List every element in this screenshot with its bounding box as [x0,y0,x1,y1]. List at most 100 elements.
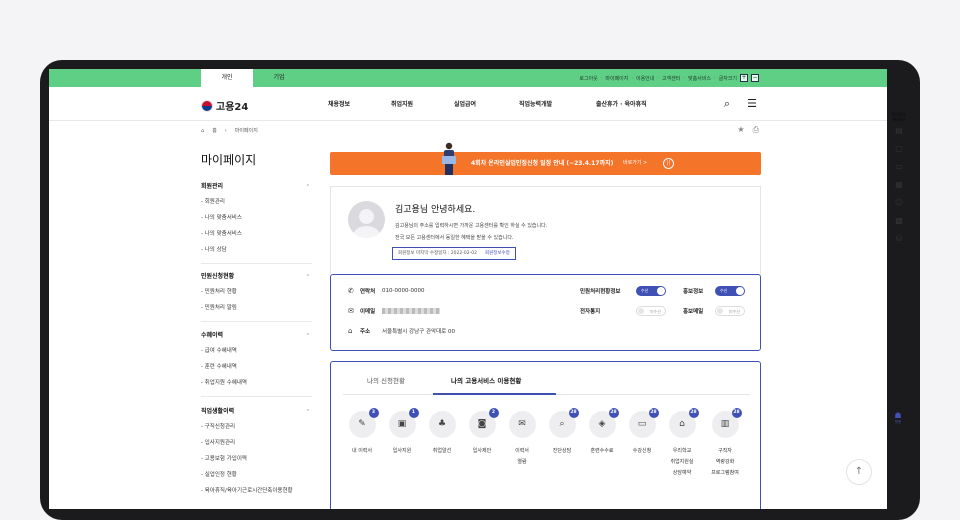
breadcrumb-home[interactable]: 홈 [212,127,217,134]
promo-mail-toggle[interactable]: 미수신 [715,306,745,316]
menu-item[interactable]: - 나의 상담 [201,242,312,258]
card-icon[interactable]: ▦ [888,176,910,194]
service-placement[interactable]: ♣ 취업알선 [420,411,464,457]
mail-icon: ✉ [508,411,536,438]
menu-head-civil[interactable]: 민원신청현황 ⌃ [201,270,312,284]
avatar [348,201,385,238]
menu-item[interactable]: - 회원관리 [201,194,312,210]
star-icon[interactable]: ★ [737,125,744,135]
sidebar-title: 마이페이지 [201,153,257,167]
notice-banner[interactable]: 4회차 온라인실업인정신청 일정 안내 (~23.4.17까지) 바로가기 > … [330,142,761,175]
service-offer[interactable]: ◙ 2 입사제안 [460,408,504,457]
last-updated: 회원정보 마지막 수정일자 : 2022-02-02 [398,251,477,256]
grid-icon[interactable]: ▩ [888,212,910,230]
menu-item[interactable]: - 실업인정 현황 [201,467,312,483]
menu-item[interactable]: - 육아휴직/육아기근로시간단축이용현황 [201,483,312,499]
search-icon[interactable]: ⌕ [720,97,734,111]
civil-info-toggle[interactable]: 수신 [636,286,666,296]
menu-section-civil: 민원신청현황 ⌃ - 민원처리 현황 - 민원처리 알림 [201,270,312,322]
count-badge: 3 [368,408,379,418]
site-logo[interactable]: 고용24 [201,98,248,113]
service-training-fee[interactable]: ◈ 28 훈련수수료 [580,408,624,457]
menu-item[interactable]: - 취업지원 수혜내역 [201,375,312,391]
chart-icon: ▥ 28 [711,408,742,438]
service-resume[interactable]: ✎ 3 내 이력서 [340,408,384,457]
logo-text: 고용24 [216,102,249,113]
service-school-counsel[interactable]: ⌂ 28 우리학교 취업지원실 상담예약 [660,408,704,479]
services-card: 나의 신청현황 나의 고용서비스 이용현황 ✎ 3 내 이력서 ▣ 1 입사지원 ♣… [330,361,761,509]
tab-business[interactable]: 기업 [253,69,305,87]
count-badge: 2 [488,408,499,418]
monitor-icon[interactable]: ▭ [888,158,910,176]
chat-icon: ◙ 2 [468,408,499,438]
hamburger-menu-icon[interactable]: ☰ [745,97,759,111]
tab-my-applications[interactable]: 나의 신청현황 [367,375,405,385]
tab-my-services[interactable]: 나의 고용서비스 이용현황 [451,375,521,385]
mypage-link[interactable]: 마이페이지 [605,75,628,82]
support-link[interactable]: 고객센터 [662,75,680,82]
menu-item[interactable]: - 나의 맞춤서비스 [201,210,312,226]
print-icon[interactable]: ⎙ [753,125,759,135]
menu-item[interactable]: - 급여 수혜내역 [201,343,312,359]
custom-service-link[interactable]: 맞춤서비스 [688,75,711,82]
address-row: ⌂ 주소 서울특별시 강남구 관악대로 00 [348,327,455,335]
arrow-up-icon: ↑ [854,466,864,477]
logout-link[interactable]: 로그아웃 [579,75,597,82]
menu-item[interactable]: - 민원처리 현황 [201,284,312,300]
menu-item[interactable]: - 훈련 수혜내역 [201,359,312,375]
menu-head-benefit[interactable]: 수혜이력 ⌃ [201,329,312,343]
menu-head-member[interactable]: 회원관리 ⌃ [201,180,312,194]
nav-employment-support[interactable]: 취업지원 [391,99,413,108]
briefcase-icon: ▣ 1 [388,408,419,438]
nav-unemployment-benefit[interactable]: 실업급여 [454,99,476,108]
menu-item[interactable]: - 고용보험 가입이력 [201,451,312,467]
quick-menu: QUICK MENU ▤ ▢ ▭ ▦ ☺ ▩ ⛁ [888,112,910,248]
edit-profile-link[interactable]: 회원정보수정 [485,248,510,259]
menu-item[interactable]: - 입사지원관리 [201,435,312,451]
menu-item[interactable]: - 나의 맞춤서비스 [201,226,312,242]
count-badge: 28 [648,408,659,418]
chat-bubble-icon[interactable]: ▢ [888,140,910,158]
smile-icon[interactable]: ☺ [888,194,910,212]
chevron-right-icon: › [224,127,227,134]
divider [201,396,312,397]
menu-item[interactable]: - 구직신청관리 [201,419,312,435]
profile-card: 김고용님 안녕하세요. 김고용님의 주소를 입력하시면 가까운 고용센터를 확인… [330,186,761,274]
nav-parental-leave[interactable]: 출산휴가 · 육아휴직 [596,99,647,108]
service-diagnosis[interactable]: ⌕ 28 진단상담 [540,408,584,457]
menu-section-career: 직업생활이력 ⌃ - 구직신청관리 - 입사지원관리 - 고용보험 가입이력 - … [201,405,312,499]
service-course-apply[interactable]: ▭ 28 수강신청 [620,408,664,457]
document-icon[interactable]: ▤ [888,122,910,140]
e-notice-toggle[interactable]: 미수신 [636,306,666,316]
guide-link[interactable]: 이용안내 [636,75,654,82]
pause-icon[interactable]: || [663,158,674,169]
banner-link[interactable]: 바로가기 > [623,152,647,175]
phone-row: ✆ 연락처 010-0000-0000 [348,287,425,295]
chevron-up-icon: ⌃ [305,274,310,280]
tab-personal[interactable]: 개인 [201,69,253,87]
mail-icon: ✉ [348,307,354,315]
greeting: 김고용님 안녕하세요. [395,205,476,215]
menu-item[interactable]: - 민원처리 알림 [201,300,312,316]
monitor-icon: ▭ 28 [628,408,659,438]
home-icon[interactable]: ⌂ [201,128,204,134]
chevron-up-icon: ⌃ [305,409,310,415]
breadcrumb-current: 마이페이지 [234,128,258,134]
font-increase-button[interactable]: + [740,74,748,82]
chatbot-button[interactable]: ☗ 챗봇 [891,411,905,425]
database-icon[interactable]: ⛁ [888,230,910,248]
divider [201,263,312,264]
menu-head-career[interactable]: 직업생활이력 ⌃ [201,405,312,419]
breadcrumb: ⌂ 홈 › 마이페이지 [201,127,258,135]
active-tab-indicator [433,393,556,395]
nav-jobs[interactable]: 채용정보 [328,99,350,108]
promo-info-label: 홍보정보 [683,289,704,295]
service-resume-view[interactable]: ✉ 이력서 열람 [500,411,544,468]
scroll-top-button[interactable]: ↑ [846,459,872,485]
promo-info-toggle[interactable]: 수신 [715,286,745,296]
profile-desc-1: 김고용님의 주소를 입력하시면 가까운 고용센터를 확인 하실 수 있습니다. [395,223,548,229]
font-decrease-button[interactable]: − [751,74,759,82]
service-capacity-program[interactable]: ▥ 28 구직자 역량강화 프로그램참여 [703,408,747,479]
service-application[interactable]: ▣ 1 입사지원 [380,408,424,457]
nav-skill-development[interactable]: 직업능력개발 [519,99,552,108]
